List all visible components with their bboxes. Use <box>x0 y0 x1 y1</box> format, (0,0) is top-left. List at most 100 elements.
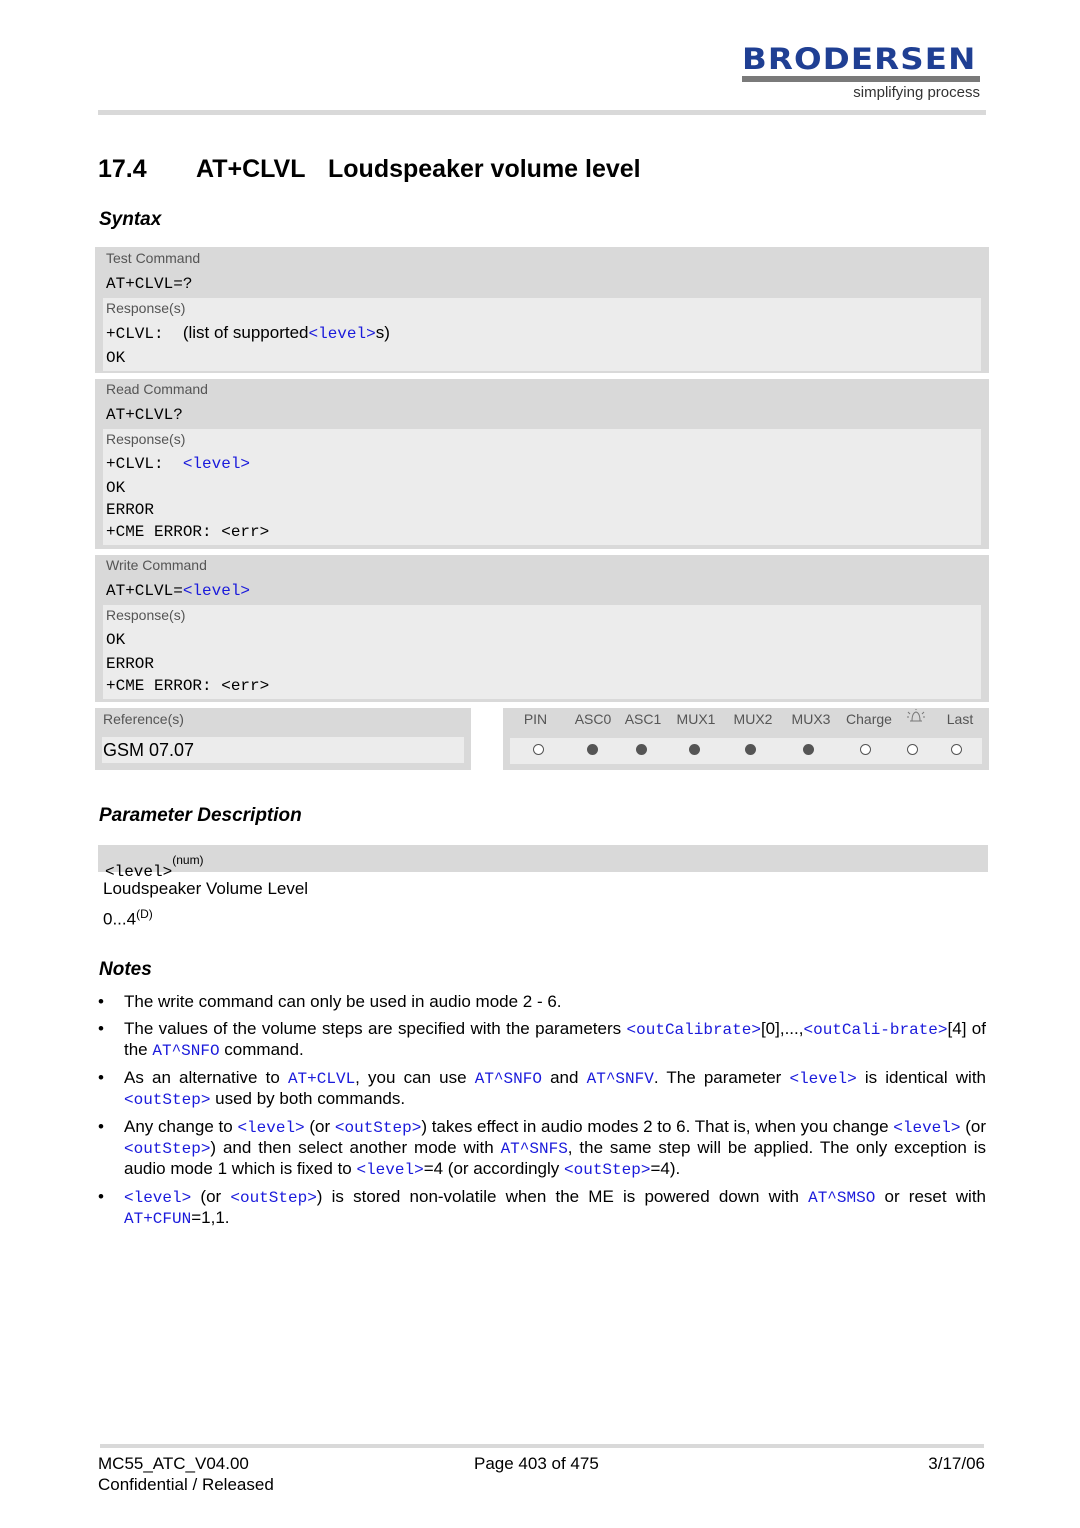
parameter-heading: Parameter Description <box>99 805 302 826</box>
flag-column-header: MUX2 <box>733 711 773 727</box>
flag-column-header: ASC1 <box>624 711 662 727</box>
parameter-link[interactable]: <outStep> <box>124 1140 210 1158</box>
filled-circle-icon <box>802 744 814 755</box>
parameter-link[interactable]: <outCali-brate> <box>803 1021 947 1039</box>
response-line: ERROR <box>106 655 155 673</box>
document-page: BRODERSEN simplifying process 17.4 AT+CLV… <box>0 0 1080 1528</box>
flag-column-header: PIN <box>523 711 548 727</box>
read-command-label: Read Command <box>106 381 208 397</box>
parameter-link[interactable]: AT^SNFV <box>587 1070 654 1088</box>
empty-circle-icon <box>907 744 919 755</box>
flag-column-header: ASC0 <box>574 711 612 727</box>
parameter-link[interactable]: AT^SMSO <box>808 1189 875 1207</box>
response-label: Response(s) <box>106 607 186 623</box>
interface-flags-table: PIN ASC0 ASC1 MUX1 MUX2 MUX3 Charge Last <box>503 708 989 770</box>
footer-divider <box>100 1444 984 1448</box>
note-item: Any change to <level> (or <outStep>) tak… <box>98 1117 986 1180</box>
flag-cell <box>837 742 895 760</box>
default-marker: (D) <box>136 907 153 921</box>
flag-column-header: Charge <box>846 711 892 727</box>
flag-cell <box>568 742 618 760</box>
parameter-link[interactable]: <outCalibrate> <box>627 1021 761 1039</box>
flags-header: PIN ASC0 ASC1 MUX1 MUX2 MUX3 Charge Last <box>503 708 989 732</box>
parameter-link[interactable]: <level> <box>789 1070 856 1088</box>
parameter-range: 0...4 <box>103 909 137 929</box>
response-prefix: +CLVL: <box>106 455 183 473</box>
note-text: Any change to <box>124 1117 238 1136</box>
note-item: <level> (or <outStep>) is stored non-vol… <box>98 1187 986 1229</box>
test-command: AT+CLVL=? <box>106 275 193 293</box>
note-text: ) is stored non-volatile when the ME is … <box>316 1187 809 1206</box>
test-command-label: Test Command <box>106 250 201 266</box>
response-line: ERROR <box>106 501 155 519</box>
parameter-link[interactable]: <level> <box>124 1189 191 1207</box>
note-text: used by both commands. <box>210 1089 406 1108</box>
parameter-link[interactable]: AT^SNFO <box>475 1070 542 1088</box>
note-text: . The parameter <box>653 1068 790 1087</box>
empty-circle-icon <box>533 744 545 755</box>
read-response: Response(s) +CLVL: <level> OK ERROR +CME… <box>103 429 981 545</box>
parameter-type: (num) <box>172 853 204 867</box>
flag-column-header: Last <box>946 711 974 727</box>
parameter-link[interactable]: AT+CLVL <box>288 1070 355 1088</box>
section-number: 17.4 <box>98 155 147 183</box>
logo-bar <box>742 76 980 82</box>
note-text: (or <box>191 1187 231 1206</box>
empty-circle-icon <box>860 744 872 755</box>
response-line: +CME ERROR: <err> <box>106 677 270 695</box>
level-link[interactable]: <level> <box>183 582 250 600</box>
parameter-link[interactable]: AT+CFUN <box>124 1210 191 1228</box>
reference-value: GSM 07.07 <box>102 737 464 763</box>
empty-circle-icon <box>950 744 962 755</box>
flags-row <box>510 738 982 764</box>
note-item: The write command can only be used in au… <box>98 992 986 1012</box>
level-link[interactable]: <level> <box>183 455 250 473</box>
footer-date: 3/17/06 <box>928 1454 985 1473</box>
write-command: AT+CLVL= <box>106 582 183 600</box>
response-suffix: s) <box>375 323 390 342</box>
logo-tagline: simplifying process <box>853 84 980 101</box>
footer-page: Page 403 of 475 <box>474 1454 599 1473</box>
note-text: (or <box>304 1117 335 1136</box>
note-text: =4). <box>650 1159 681 1178</box>
parameter-link[interactable]: <level> <box>893 1119 960 1137</box>
parameter-link[interactable]: <outStep> <box>124 1091 210 1109</box>
test-command-box: Test Command AT+CLVL=? Response(s) +CLVL… <box>95 247 989 373</box>
note-text: ) takes effect in audio modes 2 to 6. Th… <box>421 1117 894 1136</box>
response-label: Response(s) <box>106 431 186 447</box>
note-text: and <box>541 1068 587 1087</box>
parameter-link[interactable]: <level> <box>237 1119 304 1137</box>
note-text: (or <box>960 1117 986 1136</box>
parameter-link[interactable]: <outStep> <box>230 1189 316 1207</box>
filled-circle-icon <box>688 744 700 755</box>
footer-status: Confidential / Released <box>98 1475 274 1494</box>
flag-cell <box>895 742 931 760</box>
parameter-link[interactable]: <outStep> <box>335 1119 421 1137</box>
note-text: =4 (or accordingly <box>423 1159 565 1178</box>
response-label: Response(s) <box>106 300 186 316</box>
parameter-link[interactable]: AT^SNFO <box>152 1042 219 1060</box>
parameter-link[interactable]: <outStep> <box>564 1161 650 1179</box>
note-text: =1,1. <box>191 1208 230 1227</box>
parameter-link[interactable]: AT^SNFS <box>501 1140 568 1158</box>
filled-circle-icon <box>586 744 598 755</box>
parameter-header: <level>(num) <box>98 845 988 881</box>
flag-cell <box>722 742 780 760</box>
level-link[interactable]: <level> <box>309 325 376 343</box>
reference-box: Reference(s) GSM 07.07 <box>95 708 471 770</box>
note-text: or reset with <box>875 1187 987 1206</box>
alarm-bell-icon <box>898 708 934 732</box>
filled-circle-icon <box>636 744 648 755</box>
flag-cell <box>930 742 982 760</box>
parameter-description: Loudspeaker Volume Level <box>103 879 309 898</box>
flag-cell <box>510 742 568 760</box>
note-text: The write command can only be used in au… <box>124 992 562 1011</box>
write-response: Response(s) OK ERROR +CME ERROR: <err> <box>103 605 981 699</box>
parameter-link[interactable]: <level> <box>356 1161 423 1179</box>
response-line: OK <box>106 631 126 649</box>
footer-doc-id: MC55_ATC_V04.00 <box>98 1454 249 1473</box>
syntax-heading: Syntax <box>99 209 162 230</box>
flag-cell <box>617 742 667 760</box>
response-line: +CME ERROR: <err> <box>106 523 270 541</box>
notes-heading: Notes <box>99 959 152 980</box>
